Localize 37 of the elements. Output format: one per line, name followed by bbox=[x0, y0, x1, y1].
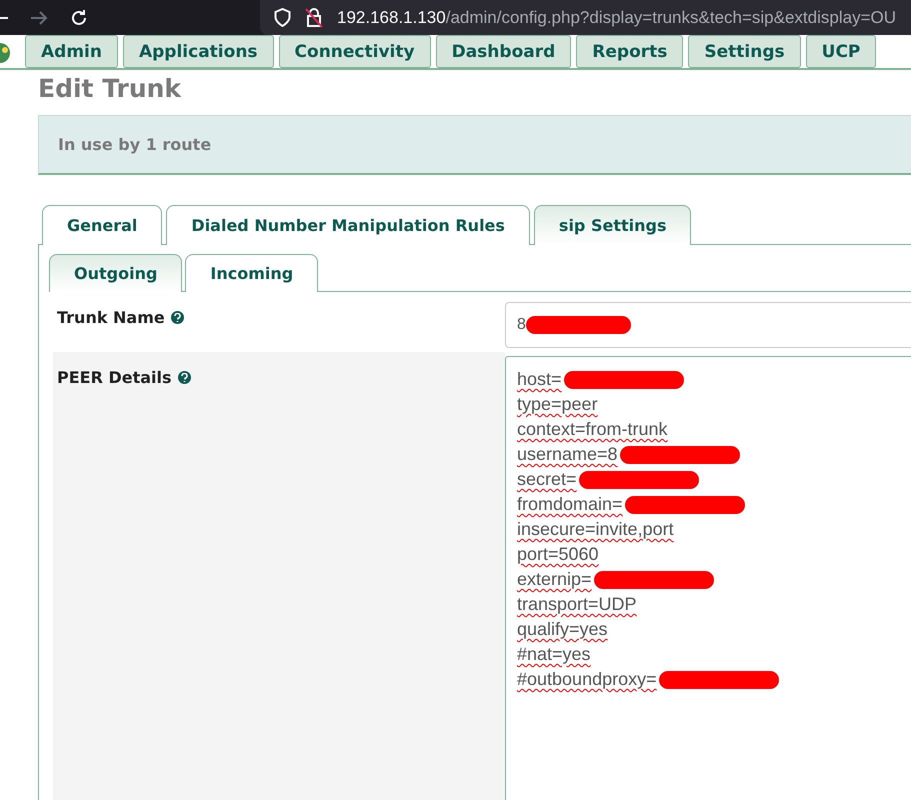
config-line: insecure=invite,port bbox=[517, 519, 674, 540]
tab[interactable]: General bbox=[42, 205, 162, 245]
page-title: Edit Trunk bbox=[38, 74, 182, 103]
insecure-lock-icon[interactable] bbox=[305, 8, 323, 28]
reload-icon[interactable] bbox=[70, 8, 88, 26]
nav-button[interactable]: Settings bbox=[688, 35, 801, 68]
tab[interactable]: sip Settings bbox=[534, 205, 692, 245]
config-line: externip= bbox=[517, 569, 592, 590]
config-line: qualify=yes bbox=[517, 619, 608, 640]
nav-button[interactable]: Dashboard bbox=[436, 35, 572, 68]
forward-icon[interactable] bbox=[30, 10, 48, 26]
config-line: #outboundproxy= bbox=[517, 669, 657, 690]
nav-button[interactable]: Connectivity bbox=[278, 35, 431, 68]
field-label: PEER Details bbox=[57, 368, 172, 387]
tab[interactable]: Incoming bbox=[185, 254, 318, 292]
shield-icon[interactable] bbox=[274, 8, 291, 27]
nav-button[interactable]: Applications bbox=[122, 35, 274, 68]
nav-button[interactable]: UCP bbox=[806, 35, 876, 68]
peer-details-text-area[interactable]: host= type=peer context=from-trunk username=8 secret= fromdomain= insecure=invite,port port=5060 externip= transport=UDP qualify=yes #nat=yes #outboundproxy= bbox=[505, 356, 911, 800]
config-line: context=from-trunk bbox=[517, 419, 668, 440]
config-line: port=5060 bbox=[517, 544, 599, 565]
config-line: secret= bbox=[517, 469, 577, 490]
config-line: type=peer bbox=[517, 394, 598, 415]
help-icon[interactable] bbox=[178, 371, 191, 384]
trunk-name-field[interactable]: 8 bbox=[505, 302, 911, 348]
help-icon[interactable] bbox=[170, 311, 184, 324]
config-line: #nat=yes bbox=[517, 644, 591, 665]
config-line: transport=UDP bbox=[517, 594, 637, 615]
notice-text: In use by 1 route bbox=[38, 115, 911, 175]
config-line: host= bbox=[517, 369, 562, 390]
config-line: username=8 bbox=[517, 444, 618, 465]
tab[interactable]: Dialed Number Manipulation Rules bbox=[166, 205, 530, 245]
nav-button[interactable]: Admin bbox=[25, 35, 118, 68]
tab[interactable]: Outgoing bbox=[49, 254, 182, 292]
config-line: fromdomain= bbox=[517, 494, 623, 515]
field-label: Trunk Name bbox=[57, 308, 165, 327]
nav-button[interactable]: Reports bbox=[576, 35, 684, 68]
